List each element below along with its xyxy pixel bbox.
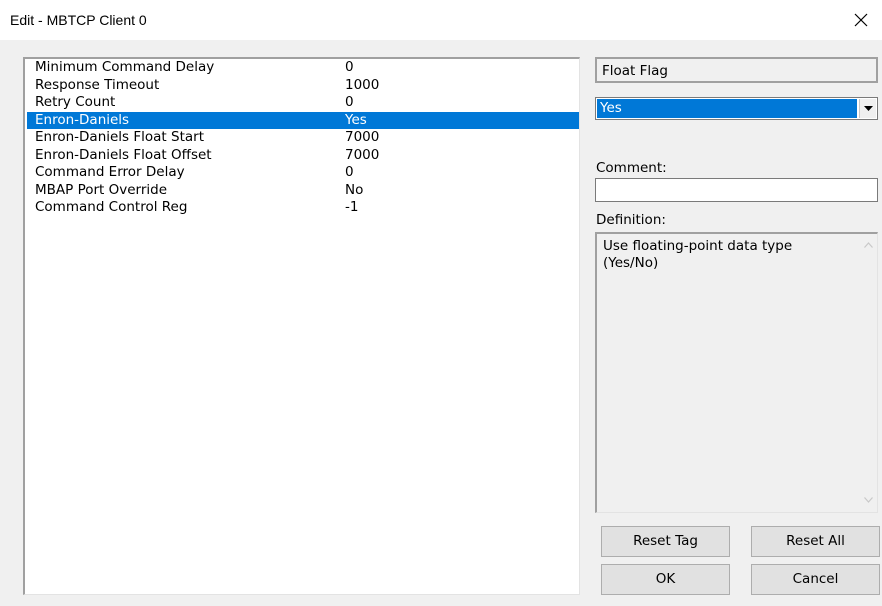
parameter-row[interactable]: MBAP Port Override No bbox=[27, 182, 579, 200]
parameter-name: Enron-Daniels Float Start bbox=[35, 129, 204, 145]
parameter-row[interactable]: Enron-Daniels Float Offset 7000 bbox=[27, 147, 579, 165]
ok-button[interactable]: OK bbox=[601, 564, 730, 595]
value-dropdown[interactable]: Yes bbox=[595, 97, 878, 120]
parameter-row[interactable]: Enron-Daniels Yes bbox=[27, 111, 579, 129]
close-icon[interactable] bbox=[850, 9, 872, 31]
scroll-up-arrow-icon[interactable] bbox=[864, 242, 873, 248]
field-name-box: Float Flag bbox=[595, 57, 878, 83]
parameter-name: Enron-Daniels Float Offset bbox=[35, 146, 212, 163]
parameter-value: No bbox=[345, 181, 364, 198]
parameter-value: Yes bbox=[345, 111, 367, 128]
parameter-list[interactable]: Minimum Command Delay 0 Response Timeout 10… bbox=[23, 57, 580, 595]
definition-text: Use floating-point data type (Yes/No) bbox=[603, 238, 793, 271]
parameter-value: -1 bbox=[345, 199, 359, 215]
parameter-name: Response Timeout bbox=[35, 76, 160, 93]
reset-all-button[interactable]: Reset All bbox=[751, 526, 880, 557]
parameter-row[interactable]: Minimum Command Delay 0 bbox=[27, 59, 579, 77]
comment-field[interactable] bbox=[595, 178, 878, 202]
scroll-down-arrow-icon[interactable] bbox=[864, 497, 873, 503]
window-title: Edit - MBTCP Client 0 bbox=[10, 12, 147, 28]
definition-label: Definition: bbox=[596, 212, 666, 228]
parameter-name: MBAP Port Override bbox=[35, 181, 168, 198]
reset-tag-button[interactable]: Reset Tag bbox=[601, 526, 730, 557]
parameter-value: 0 bbox=[345, 59, 354, 75]
comment-label: Comment: bbox=[596, 160, 667, 176]
chevron-down-icon bbox=[864, 106, 873, 111]
parameter-value: 7000 bbox=[345, 129, 380, 145]
parameter-row[interactable]: Enron-Daniels Float Start 7000 bbox=[27, 129, 579, 147]
title-bar: Edit - MBTCP Client 0 bbox=[0, 0, 882, 40]
cancel-button[interactable]: Cancel bbox=[751, 564, 880, 595]
parameter-row[interactable]: Response Timeout 1000 bbox=[27, 77, 579, 95]
parameter-name: Retry Count bbox=[35, 94, 116, 110]
parameter-name: Minimum Command Delay bbox=[35, 59, 215, 75]
parameter-name: Command Error Delay bbox=[35, 164, 185, 180]
field-name-label: Float Flag bbox=[602, 63, 668, 79]
parameter-row[interactable]: Command Control Reg -1 bbox=[27, 199, 579, 217]
parameter-value: 7000 bbox=[345, 146, 380, 163]
parameter-value: 0 bbox=[345, 94, 354, 110]
definition-box: Use floating-point data type (Yes/No) bbox=[595, 232, 878, 513]
dialog-client-area: Minimum Command Delay 0 Response Timeout 10… bbox=[0, 40, 882, 606]
parameter-value: 1000 bbox=[345, 76, 380, 93]
parameter-row[interactable]: Retry Count 0 bbox=[27, 94, 579, 112]
parameter-name: Enron-Daniels bbox=[35, 111, 130, 128]
value-dropdown-selected[interactable]: Yes bbox=[597, 99, 857, 118]
parameter-name: Command Control Reg bbox=[35, 199, 188, 215]
parameter-row[interactable]: Command Error Delay 0 bbox=[27, 164, 579, 182]
dropdown-arrow-button[interactable] bbox=[859, 99, 876, 118]
definition-scrollbar[interactable] bbox=[860, 234, 877, 512]
parameter-value: 0 bbox=[345, 164, 354, 180]
